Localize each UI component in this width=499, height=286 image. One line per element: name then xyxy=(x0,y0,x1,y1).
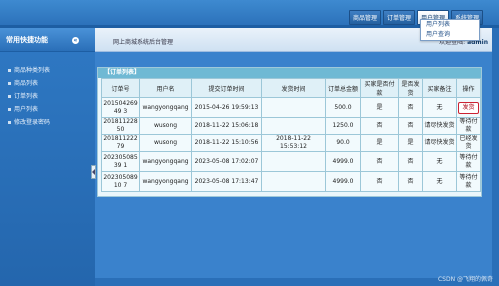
action-status: 等待付款 xyxy=(456,117,481,135)
panel-title: 【订单列表】 xyxy=(98,68,481,78)
watermark-credit: CSDN @飞翔的佩奇 xyxy=(437,276,493,283)
action-status: 等待付款 xyxy=(456,171,481,192)
paid-status: 是 xyxy=(360,97,399,118)
amount: 500.0 xyxy=(325,97,361,118)
sidebar-item-user-list[interactable]: 用户列表 xyxy=(6,103,95,116)
col-shipped: 是否发货 xyxy=(398,78,423,98)
submit-time: 2023-05-08 17:13:47 xyxy=(191,171,262,192)
sidebar-item-label: 商品种类列表 xyxy=(14,67,51,74)
user-management-dropdown: 用户列表 用户查询 xyxy=(420,19,480,41)
bullet-icon xyxy=(8,95,11,98)
col-username: 用户名 xyxy=(139,78,192,98)
table-header-row: 订单号 用户名 提交订单时间 发货时间 订单总金额 买家是否付款 是否发货 买家… xyxy=(101,78,481,98)
remark: 请尽快发货 xyxy=(422,117,457,135)
remark: 无 xyxy=(422,97,457,118)
sidebar-title: 常用快捷功能 « xyxy=(0,28,95,52)
table-row: 20181122850 wusong 2018-11-22 15:06:18 1… xyxy=(101,117,481,135)
remark: 无 xyxy=(422,171,457,192)
username: wangyongqang xyxy=(139,151,192,172)
collapse-icon[interactable]: « xyxy=(72,37,79,44)
sidebar-collapse-handle[interactable] xyxy=(91,165,96,179)
username: wangyongqang xyxy=(139,171,192,192)
amount: 90.0 xyxy=(325,134,361,152)
submit-time: 2023-05-08 17:02:07 xyxy=(191,151,262,172)
nav-order-management[interactable]: 订单管理 xyxy=(382,10,415,25)
nav-product-management[interactable]: 商品管理 xyxy=(348,10,381,25)
amount: 4999.0 xyxy=(325,171,361,192)
order-table: 订单号 用户名 提交订单时间 发货时间 订单总金额 买家是否付款 是否发货 买家… xyxy=(101,78,481,192)
ship-time xyxy=(261,171,326,192)
remark: 请尽快发货 xyxy=(422,134,457,152)
shipped-status: 是 xyxy=(398,134,423,152)
sidebar-item-label: 商品列表 xyxy=(14,80,39,87)
shipped-status: 否 xyxy=(398,151,423,172)
order-id: 20230508910 7 xyxy=(101,171,140,192)
dropdown-item-user-query[interactable]: 用户查询 xyxy=(421,30,479,40)
table-row: 20181122279 wusong 2018-11-22 15:10:56 2… xyxy=(101,134,481,152)
sidebar-item-label: 用户列表 xyxy=(14,106,39,113)
arrow-left-icon xyxy=(92,169,95,175)
ship-time: 2018-11-22 15:53:12 xyxy=(261,134,326,152)
action-status: 已经发货 xyxy=(456,134,481,152)
col-paid: 买家是否付款 xyxy=(360,78,399,98)
remark: 无 xyxy=(422,151,457,172)
action-status: 等待付款 xyxy=(456,151,481,172)
order-list-panel: 【订单列表】 订单号 用户名 提交订单时间 发货时间 订单总金额 买家是否付款 … xyxy=(97,67,482,197)
bullet-icon xyxy=(8,82,11,85)
page-title: 网上商城系统后台管理 xyxy=(113,39,174,46)
order-id: 20150426949 3 xyxy=(101,97,140,118)
col-action: 操作 xyxy=(456,78,481,98)
sidebar-title-text: 常用快捷功能 xyxy=(6,36,48,44)
col-ship-time: 发货时间 xyxy=(261,78,326,98)
ship-time xyxy=(261,151,326,172)
order-id: 20181122279 xyxy=(101,134,140,152)
table-row: 20230508910 7 wangyongqang 2023-05-08 17… xyxy=(101,171,481,192)
bullet-icon xyxy=(8,108,11,111)
username: wangyongqang xyxy=(139,97,192,118)
sidebar-item-change-password[interactable]: 修改登录密码 xyxy=(6,116,95,129)
col-remark: 买家备注 xyxy=(422,78,457,98)
ship-button[interactable]: 发货 xyxy=(458,101,479,114)
shipped-status: 否 xyxy=(398,171,423,192)
amount: 4999.0 xyxy=(325,151,361,172)
shipped-status: 否 xyxy=(398,117,423,135)
sidebar-item-category-list[interactable]: 商品种类列表 xyxy=(6,64,95,77)
ship-time xyxy=(261,117,326,135)
action-cell: 发货 xyxy=(456,97,481,118)
col-amount: 订单总金额 xyxy=(325,78,361,98)
username: wusong xyxy=(139,134,192,152)
submit-time: 2018-11-22 15:10:56 xyxy=(191,134,262,152)
paid-status: 是 xyxy=(360,134,399,152)
col-order-id: 订单号 xyxy=(101,78,140,98)
sidebar-item-label: 修改登录密码 xyxy=(14,119,51,126)
amount: 1250.0 xyxy=(325,117,361,135)
shipped-status: 否 xyxy=(398,97,423,118)
dropdown-item-user-list[interactable]: 用户列表 xyxy=(421,20,479,30)
table-row: 20150426949 3 wangyongqang 2015-04-26 19… xyxy=(101,97,481,118)
submit-time: 2015-04-26 19:59:13 xyxy=(191,97,262,118)
col-submit-time: 提交订单时间 xyxy=(191,78,262,98)
username: wusong xyxy=(139,117,192,135)
sidebar-item-product-list[interactable]: 商品列表 xyxy=(6,77,95,90)
order-id: 20230508539 1 xyxy=(101,151,140,172)
ship-time xyxy=(261,97,326,118)
table-row: 20230508539 1 wangyongqang 2023-05-08 17… xyxy=(101,151,481,172)
paid-status: 否 xyxy=(360,151,399,172)
bullet-icon xyxy=(8,69,11,72)
sidebar: 常用快捷功能 « 商品种类列表 商品列表 订单列表 用户列表 修改登录密码 xyxy=(0,28,95,286)
sidebar-list: 商品种类列表 商品列表 订单列表 用户列表 修改登录密码 xyxy=(0,52,95,129)
bullet-icon xyxy=(8,121,11,124)
order-id: 20181122850 xyxy=(101,117,140,135)
paid-status: 否 xyxy=(360,171,399,192)
sidebar-item-order-list[interactable]: 订单列表 xyxy=(6,90,95,103)
sidebar-item-label: 订单列表 xyxy=(14,93,39,100)
paid-status: 否 xyxy=(360,117,399,135)
submit-time: 2018-11-22 15:06:18 xyxy=(191,117,262,135)
